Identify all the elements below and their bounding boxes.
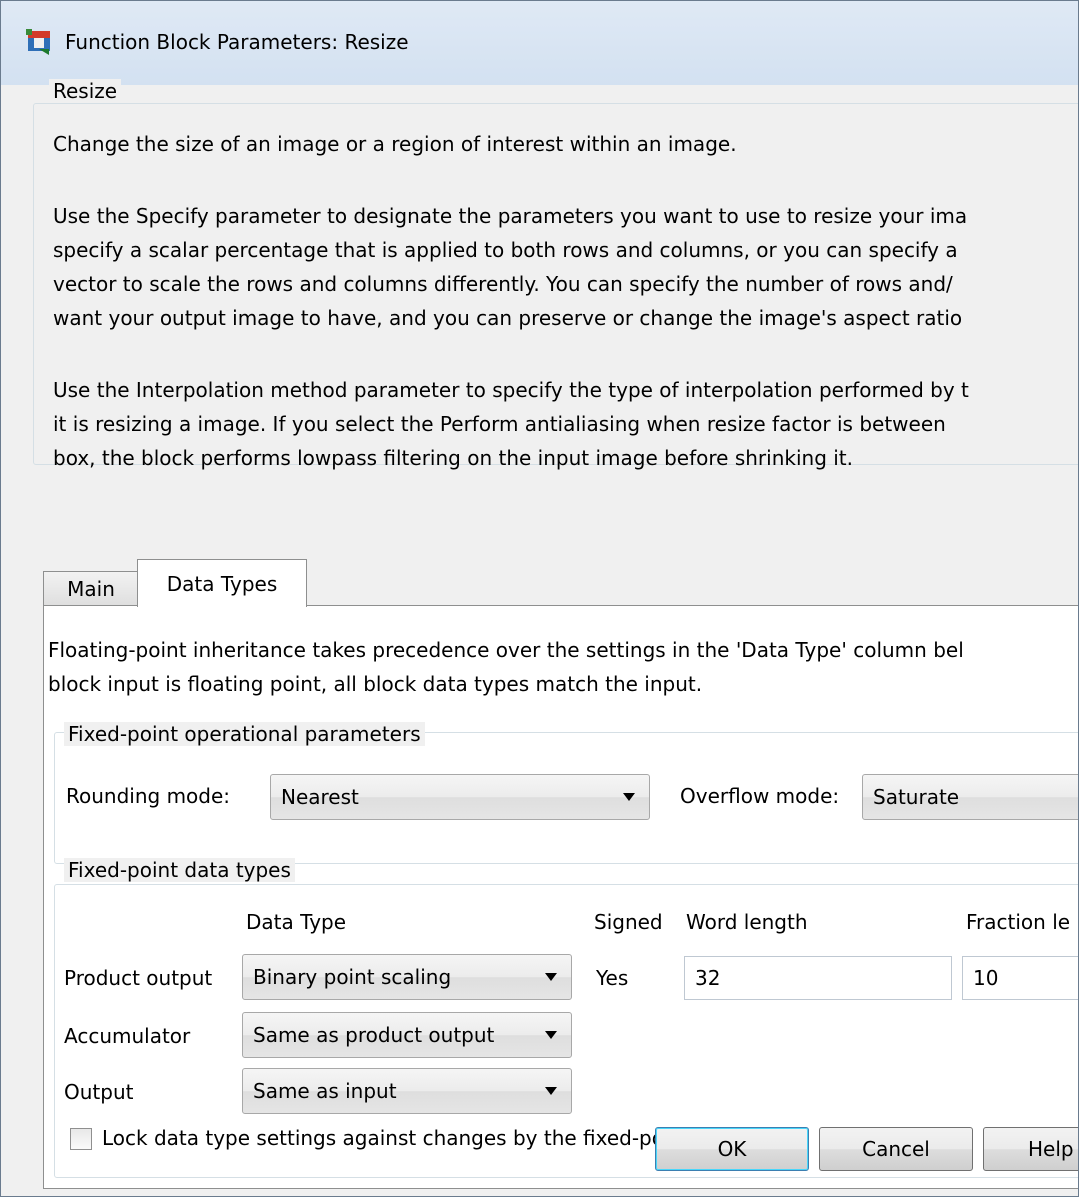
overflow-mode-value: Saturate	[873, 785, 960, 809]
word-length-field[interactable]: 32	[684, 956, 952, 1000]
description-line: Change the size of an image or a region …	[53, 132, 737, 156]
operational-params-label: Fixed-point operational parameters	[64, 722, 425, 746]
description-line: box, the block performs lowpass filterin…	[53, 446, 854, 470]
title-bar[interactable]: Function Block Parameters: Resize	[1, 1, 1078, 85]
data-types-panel: Floating-point inheritance takes precede…	[43, 605, 1078, 1189]
cancel-button-label: Cancel	[862, 1137, 930, 1161]
dialog-client-area: Resize Change the size of an image or a …	[9, 79, 1078, 1196]
fraction-length-field[interactable]: 10	[962, 956, 1078, 1000]
simulink-block-icon	[26, 29, 50, 55]
overflow-mode-dropdown[interactable]: Saturate	[862, 774, 1078, 820]
chevron-down-icon	[623, 793, 635, 801]
output-label: Output	[64, 1080, 134, 1104]
tab-data-types[interactable]: Data Types	[137, 559, 307, 607]
rounding-mode-value: Nearest	[281, 785, 359, 809]
chevron-down-icon	[545, 973, 557, 981]
word-length-value: 32	[695, 966, 721, 990]
lock-datatype-checkbox[interactable]	[70, 1128, 92, 1150]
output-datatype-dropdown[interactable]: Same as input	[242, 1068, 572, 1114]
rounding-mode-label: Rounding mode:	[66, 784, 231, 808]
accumulator-datatype-dropdown[interactable]: Same as product output	[242, 1012, 572, 1058]
product-output-label: Product output	[64, 966, 213, 990]
ok-button-label: OK	[717, 1137, 747, 1161]
header-data-type: Data Type	[246, 910, 347, 934]
rounding-mode-dropdown[interactable]: Nearest	[270, 774, 650, 820]
description-line: vector to scale the rows and columns dif…	[53, 272, 953, 296]
dialog-window: Function Block Parameters: Resize Resize…	[0, 0, 1079, 1197]
description-line: Use the Interpolation method parameter t…	[53, 378, 969, 402]
overflow-mode-label: Overflow mode:	[680, 784, 840, 808]
description-line: it is resizing a image. If you select th…	[53, 412, 946, 436]
accumulator-label: Accumulator	[64, 1024, 191, 1048]
intro-line: Floating-point inheritance takes precede…	[48, 638, 964, 662]
accumulator-datatype-value: Same as product output	[253, 1023, 495, 1047]
fraction-length-value: 10	[973, 966, 999, 990]
product-output-datatype-value: Binary point scaling	[253, 965, 452, 989]
window-title: Function Block Parameters: Resize	[65, 30, 409, 54]
description-line: want your output image to have, and you …	[53, 306, 963, 330]
product-output-signed: Yes	[596, 966, 629, 990]
header-fraction-length: Fraction le	[966, 910, 1071, 934]
tab-main-label: Main	[67, 576, 115, 601]
output-datatype-value: Same as input	[253, 1079, 397, 1103]
chevron-down-icon	[545, 1031, 557, 1039]
data-types-group-label: Fixed-point data types	[64, 858, 295, 882]
help-button-label: Help	[1028, 1137, 1074, 1161]
ok-button[interactable]: OK	[655, 1127, 809, 1171]
header-word-length: Word length	[686, 910, 808, 934]
help-button[interactable]: Help	[983, 1127, 1078, 1171]
description-group-label: Resize	[49, 79, 122, 103]
cancel-button[interactable]: Cancel	[819, 1127, 973, 1171]
description-line: Use the Specify parameter to designate t…	[53, 204, 968, 228]
product-output-datatype-dropdown[interactable]: Binary point scaling	[242, 954, 572, 1000]
tab-data-types-label: Data Types	[166, 571, 278, 596]
chevron-down-icon	[545, 1087, 557, 1095]
tab-main[interactable]: Main	[43, 571, 139, 605]
header-signed: Signed	[594, 910, 663, 934]
lock-datatype-label[interactable]: Lock data type settings against changes …	[102, 1126, 745, 1150]
description-line: specify a scalar percentage that is appl…	[53, 238, 958, 262]
intro-line: block input is floating point, all block…	[48, 672, 703, 696]
